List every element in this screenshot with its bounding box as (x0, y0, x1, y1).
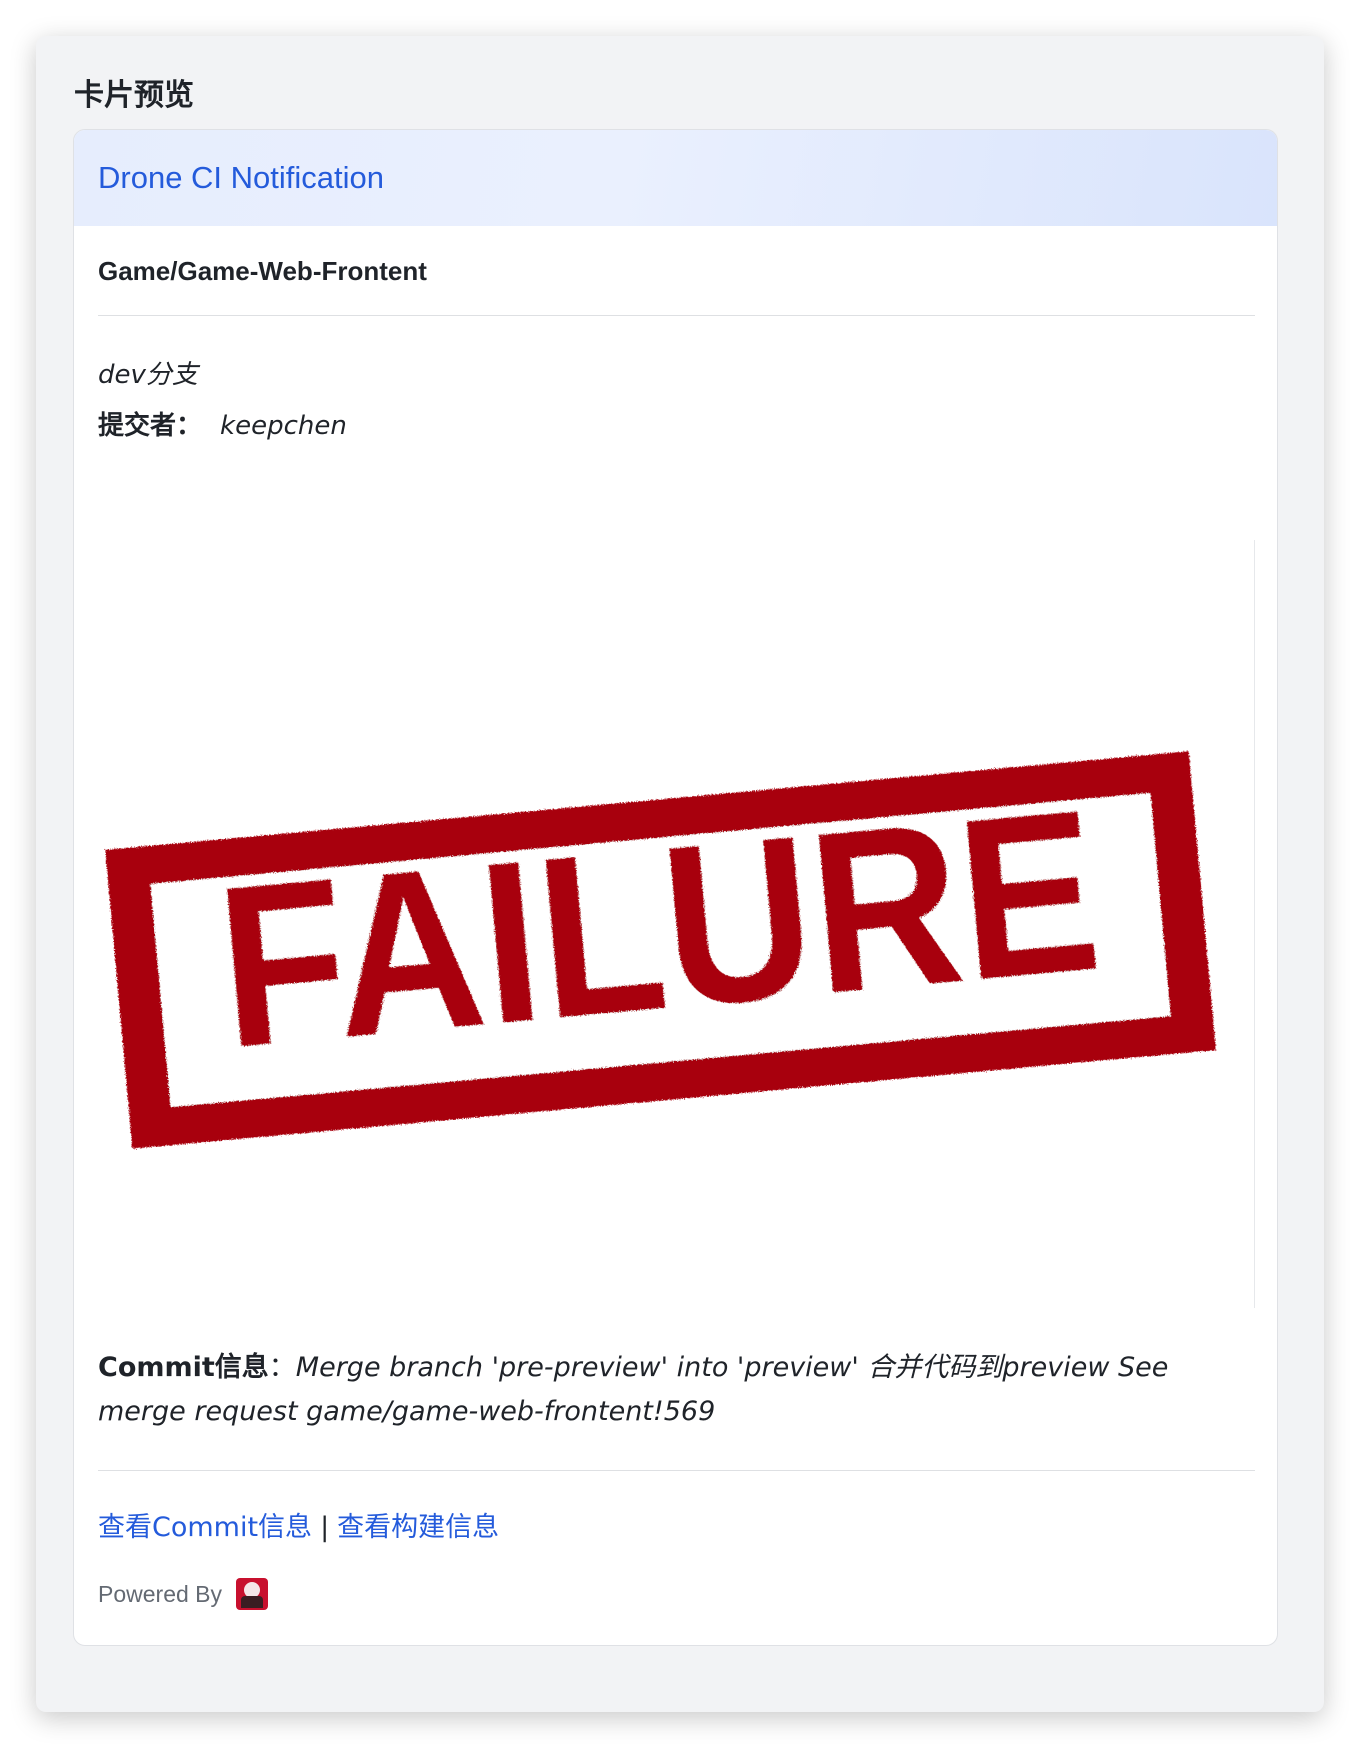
committer-row: 提交者： keepchen (98, 405, 1253, 442)
commit-info: Commit信息：Merge branch 'pre-preview' into… (98, 1346, 1255, 1434)
card-body: Game/Game-Web-Frontent dev分支 提交者： keepche… (74, 256, 1277, 1610)
notification-card: Drone CI Notification Game/Game-Web-Fron… (73, 129, 1278, 1646)
action-links: 查看Commit信息 | 查看构建信息 (98, 1505, 1253, 1544)
failure-stamp-image: FAILURE (98, 540, 1255, 1308)
powered-by-text: Powered By (98, 1580, 223, 1607)
committer-label: 提交者： (98, 411, 203, 441)
commit-colon: ： (268, 1352, 296, 1383)
committer-name: keepchen (220, 411, 347, 441)
card-preview-panel: 卡片预览 Drone CI Notification Game/Game-Web… (36, 36, 1324, 1712)
view-commit-link[interactable]: 查看Commit信息 (98, 1512, 312, 1543)
divider (98, 315, 1255, 316)
card-title: Drone CI Notification (98, 160, 385, 195)
failure-stamp-graphic: FAILURE (105, 751, 1216, 1149)
link-separator: | (320, 1512, 330, 1543)
panel-title: 卡片预览 (74, 78, 194, 113)
powered-by-footer: Powered By (98, 1578, 1253, 1610)
card-header: Drone CI Notification (74, 130, 1277, 226)
branch-text: dev分支 (98, 360, 198, 390)
view-build-link[interactable]: 查看构建信息 (337, 1512, 499, 1543)
repo-name: Game/Game-Web-Frontent (98, 256, 427, 286)
commit-label: Commit信息 (98, 1352, 269, 1383)
drone-logo-icon (236, 1578, 269, 1610)
divider (98, 1470, 1255, 1471)
